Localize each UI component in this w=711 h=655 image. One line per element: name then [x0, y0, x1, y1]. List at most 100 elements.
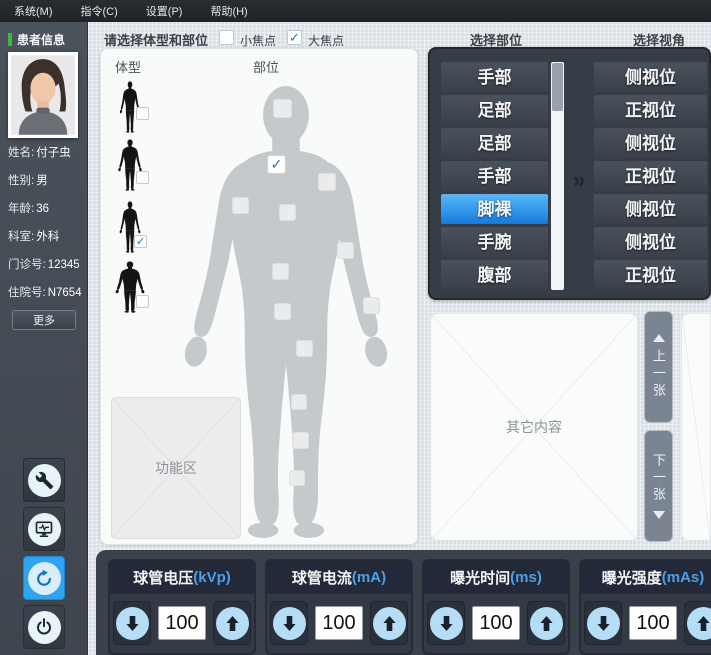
select-view-header: 选择视角 — [633, 30, 685, 49]
exposure-time-decrease-button[interactable] — [427, 601, 465, 645]
arrow-down-icon — [273, 607, 306, 640]
view-item[interactable]: 正视位 — [594, 95, 707, 125]
patient-outpatient-no-row: 门诊号:12345 — [8, 256, 88, 272]
view-item[interactable]: 侧视位 — [594, 227, 707, 257]
tube-current-decrease-button[interactable] — [270, 601, 308, 645]
part-item[interactable]: 足部 — [441, 95, 548, 125]
exposure-time-title: 曝光时间(ms) — [424, 561, 568, 594]
view-list: 侧视位 正视位 侧视位 正视位 侧视位 侧视位 正视位 — [594, 62, 707, 293]
section-indicator — [8, 33, 12, 46]
exposure-parameters-bar: 球管电压(kVp) 球管电流(mA) 曝光时间(ms) — [96, 550, 711, 655]
patient-info-sidebar: 患者信息 姓名:付子虫 性别:男 年龄:36 科室:外科 门诊号:12345 住… — [0, 22, 88, 655]
part-list-scrollbar[interactable] — [551, 62, 564, 290]
unit-label: (kVp) — [193, 569, 231, 586]
body-type-4-checkbox[interactable] — [136, 295, 149, 308]
menu-item-command[interactable]: 指令(C) — [67, 3, 132, 19]
patient-department-row: 科室:外科 — [8, 228, 88, 244]
part-item-selected[interactable]: 脚裸 — [441, 194, 548, 224]
view-item[interactable]: 侧视位 — [594, 62, 707, 92]
next-image-button[interactable]: 下一张 — [644, 430, 673, 542]
patient-age-row: 年龄:36 — [8, 200, 88, 216]
unit-label: (mAs) — [662, 569, 705, 586]
tube-current-panel: 球管电流(mA) — [265, 559, 413, 655]
body-type-1-checkbox[interactable] — [136, 107, 149, 120]
exposure-intensity-value[interactable] — [629, 606, 677, 640]
part-point-thigh[interactable] — [296, 340, 313, 357]
tube-voltage-decrease-button[interactable] — [113, 601, 151, 645]
tube-current-value[interactable] — [315, 606, 363, 640]
monitor-button[interactable] — [23, 507, 65, 551]
tube-voltage-value[interactable] — [158, 606, 206, 640]
small-focus-label: 小焦点 — [240, 32, 276, 49]
arrow-down-icon — [116, 607, 149, 640]
next-image-label: 下一张 — [649, 453, 668, 504]
patient-info-title: 患者信息 — [17, 31, 65, 48]
arrow-up-icon — [373, 607, 406, 640]
part-item[interactable]: 足部 — [441, 128, 548, 158]
previous-image-button[interactable]: 上一张 — [644, 311, 673, 423]
menu-item-help[interactable]: 帮助(H) — [196, 3, 261, 19]
part-point-pelvis[interactable] — [274, 303, 291, 320]
unit-label: (ms) — [510, 569, 542, 586]
exposure-time-panel: 曝光时间(ms) — [422, 559, 570, 655]
part-point-left-shoulder[interactable] — [318, 173, 336, 191]
exposure-intensity-decrease-button[interactable] — [584, 601, 622, 645]
function-area-box: 功能区 — [111, 397, 241, 539]
body-type-2-checkbox[interactable] — [136, 171, 149, 184]
tool-buttons — [23, 458, 65, 654]
part-point-left-hand[interactable] — [363, 297, 380, 314]
part-view-panel: 手部 足部 足部 手部 脚裸 手腕 腹部 » 侧视位 正视位 侧视位 正视位 侧… — [428, 47, 711, 300]
wrench-button[interactable] — [23, 458, 65, 502]
part-point-knee[interactable] — [291, 394, 307, 410]
part-point-chest-checked[interactable]: ✓ — [267, 155, 286, 174]
large-focus-checkbox[interactable]: ✓ — [287, 30, 302, 45]
part-item[interactable]: 腹部 — [441, 260, 548, 290]
reset-button[interactable] — [23, 556, 65, 600]
tube-voltage-increase-button[interactable] — [213, 601, 251, 645]
part-list: 手部 足部 足部 手部 脚裸 手腕 腹部 — [441, 62, 548, 293]
application-window: 系统(M) 指令(C) 设置(P) 帮助(H) 患者信息 姓名:付子虫 性别:男… — [0, 0, 711, 655]
select-part-header: 选择部位 — [470, 30, 522, 49]
menu-bar: 系统(M) 指令(C) 设置(P) 帮助(H) — [0, 0, 711, 22]
reset-icon — [28, 562, 61, 595]
part-point-left-elbow[interactable] — [337, 242, 354, 259]
exposure-time-value[interactable] — [472, 606, 520, 640]
part-point-head[interactable] — [273, 99, 292, 118]
view-item[interactable]: 侧视位 — [594, 194, 707, 224]
body-type-3-checkbox[interactable]: ✓ — [134, 235, 147, 248]
other-content-label: 其它内容 — [431, 314, 637, 540]
menu-item-system[interactable]: 系统(M) — [0, 3, 67, 19]
arrow-down-icon — [430, 607, 463, 640]
view-item[interactable]: 侧视位 — [594, 128, 707, 158]
double-chevron-right-icon: » — [573, 167, 585, 193]
tube-voltage-panel: 球管电压(kVp) — [108, 559, 256, 655]
small-focus-checkbox[interactable] — [219, 30, 234, 45]
menu-item-settings[interactable]: 设置(P) — [132, 3, 197, 19]
check-icon: ✓ — [136, 235, 145, 248]
more-button[interactable]: 更多 — [12, 310, 76, 330]
part-point-right-arm[interactable] — [232, 197, 249, 214]
part-point-sternum[interactable] — [279, 204, 296, 221]
part-point-abdomen[interactable] — [272, 263, 289, 280]
body-type-label: 体型 — [115, 57, 141, 76]
tube-current-title: 球管电流(mA) — [267, 561, 411, 594]
exposure-intensity-increase-button[interactable] — [684, 601, 711, 645]
part-item[interactable]: 手部 — [441, 62, 548, 92]
power-button[interactable] — [23, 605, 65, 649]
exposure-intensity-title: 曝光强度(mAs) — [581, 561, 711, 594]
part-item[interactable]: 手腕 — [441, 227, 548, 257]
view-item[interactable]: 正视位 — [594, 161, 707, 191]
placeholder-cross-lines — [682, 314, 710, 540]
arrow-up-icon — [530, 607, 563, 640]
part-list-scrollbar-thumb[interactable] — [552, 63, 563, 111]
tube-current-increase-button[interactable] — [370, 601, 408, 645]
part-item[interactable]: 手部 — [441, 161, 548, 191]
exposure-time-increase-button[interactable] — [527, 601, 565, 645]
view-item[interactable]: 正视位 — [594, 260, 707, 290]
patient-name-row: 姓名:付子虫 — [8, 144, 88, 160]
monitor-waveform-icon — [28, 513, 61, 546]
body-part-label: 部位 — [253, 57, 279, 76]
part-point-ankle[interactable] — [289, 470, 305, 486]
arrow-down-icon — [587, 607, 620, 640]
part-point-shin[interactable] — [292, 432, 309, 449]
